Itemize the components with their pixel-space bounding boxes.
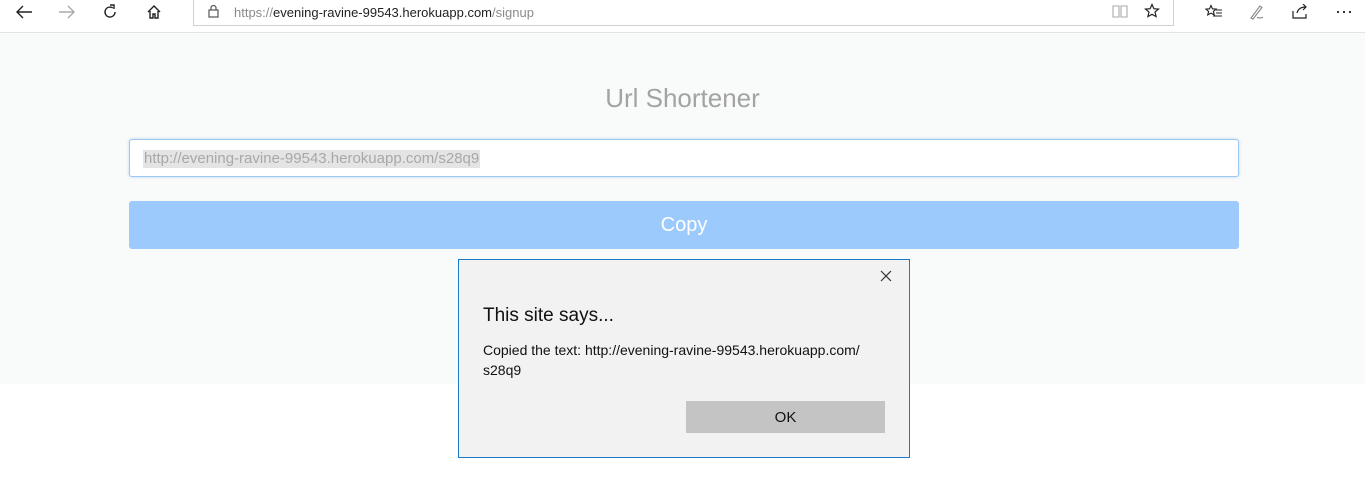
forward-button[interactable] [47, 0, 87, 24]
more-dots-icon [1336, 10, 1352, 14]
ok-button[interactable]: OK [686, 401, 885, 433]
pen-icon [1250, 5, 1264, 20]
shortened-url-input[interactable]: http://evening-ravine-99543.herokuapp.co… [129, 139, 1239, 177]
refresh-button[interactable] [90, 0, 130, 24]
url-path: /signup [492, 5, 534, 20]
arrow-right-icon [59, 5, 75, 19]
dialog-heading: This site says... [483, 305, 614, 326]
url-scheme: https:// [234, 5, 274, 20]
page-title: Url Shortener [605, 83, 760, 113]
browser-toolbar: https://evening-ravine-99543.herokuapp.c… [0, 0, 1365, 33]
lock-icon [208, 4, 219, 18]
address-url: https://evening-ravine-99543.herokuapp.c… [234, 5, 534, 20]
copy-button[interactable]: Copy [129, 201, 1239, 249]
dialog-message: Copied the text: http://evening-ravine-9… [483, 340, 893, 380]
url-host: evening-ravine-99543.herokuapp.com [273, 5, 493, 20]
dialog-message-line: Copied the text: http://evening-ravine-9… [483, 342, 860, 358]
close-icon[interactable] [879, 269, 893, 283]
favorites-hub-button[interactable] [1194, 0, 1234, 24]
alert-dialog: This site says... Copied the text: http:… [458, 259, 910, 458]
back-button[interactable] [4, 0, 44, 24]
notes-button[interactable] [1237, 0, 1277, 24]
reading-view-icon[interactable] [1112, 4, 1128, 18]
home-icon [147, 5, 161, 19]
selected-url-text: http://evening-ravine-99543.herokuapp.co… [143, 150, 481, 168]
home-button[interactable] [134, 0, 174, 24]
refresh-icon [104, 4, 116, 18]
dialog-message-line: s28q9 [483, 362, 522, 378]
address-bar[interactable]: https://evening-ravine-99543.herokuapp.c… [193, 0, 1174, 26]
share-icon [1292, 4, 1307, 19]
arrow-left-icon [16, 5, 32, 19]
favorite-star-icon[interactable] [1144, 3, 1160, 19]
share-button[interactable] [1280, 0, 1320, 24]
favorites-list-icon [1205, 4, 1222, 17]
more-button[interactable] [1324, 0, 1364, 24]
